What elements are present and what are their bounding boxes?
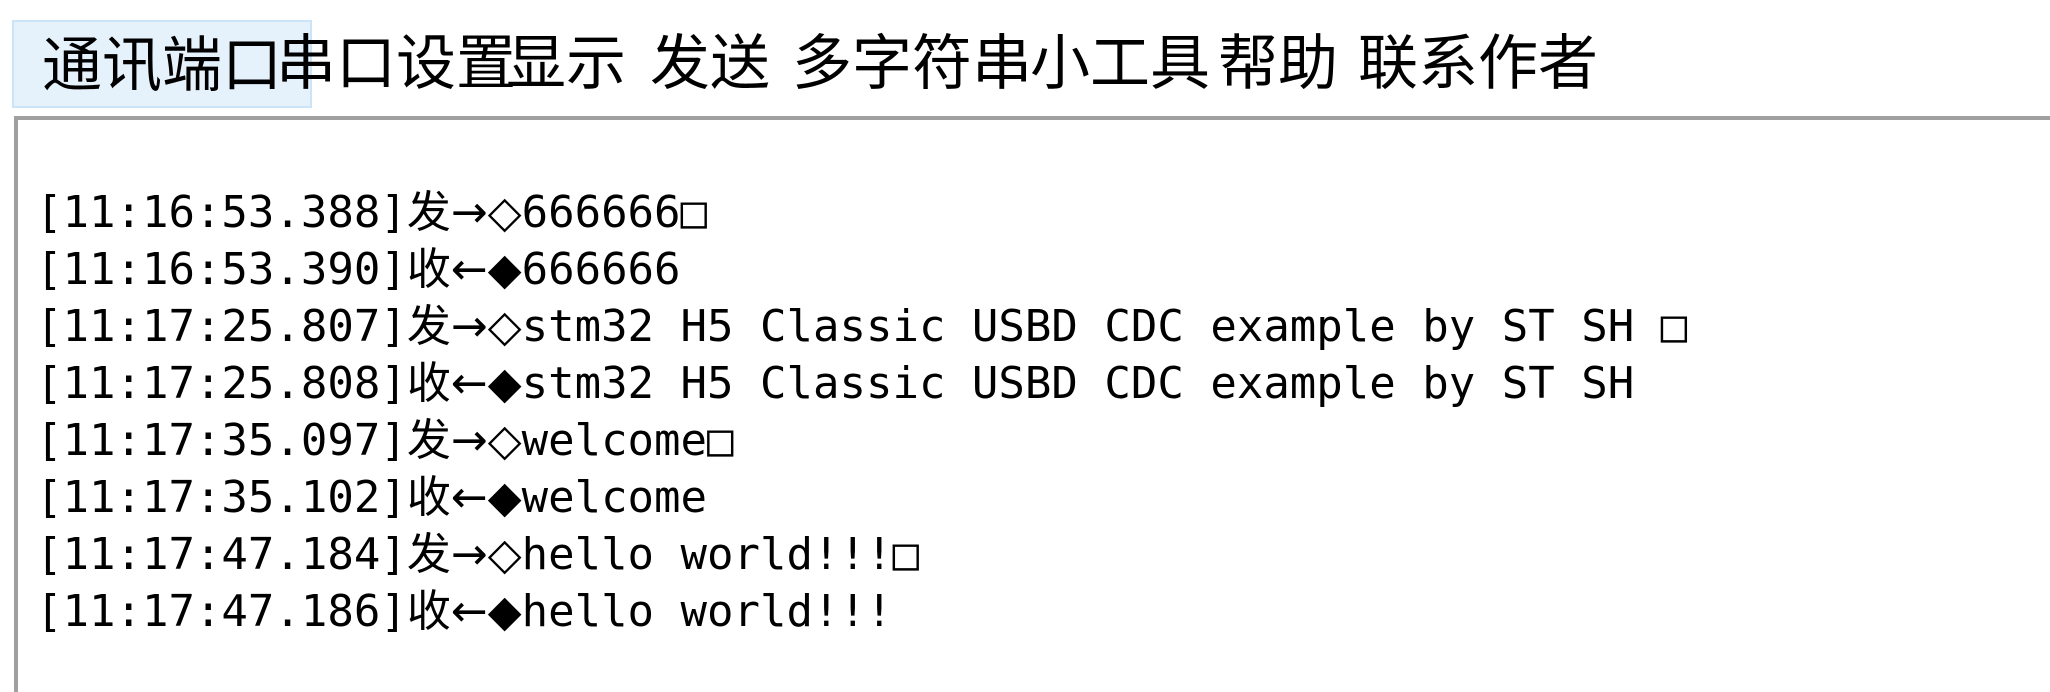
log-timestamp: [11:17:47.186] xyxy=(36,586,407,637)
menu-bar: 通讯端口 串口设置 显示 发送 多字符串 小工具 帮助 联系作者 xyxy=(0,0,2050,118)
menu-contact-author[interactable]: 联系作者 xyxy=(1330,20,1626,108)
log-timestamp: [11:16:53.390] xyxy=(36,244,407,295)
log-payload: welcome□ xyxy=(521,415,734,466)
log-line: [11:16:53.388]发→◇666666□ xyxy=(36,184,1687,241)
log-payload: hello world!!! xyxy=(521,586,893,637)
send-direction-icon: 发→◇ xyxy=(406,415,522,466)
log-list: [11:16:53.388]发→◇666666□ [11:16:53.390]收… xyxy=(36,184,1687,640)
receive-direction-icon: 收←◆ xyxy=(406,472,522,523)
receive-log-panel[interactable]: [11:16:53.388]发→◇666666□ [11:16:53.390]收… xyxy=(14,116,2050,692)
log-timestamp: [11:17:25.808] xyxy=(36,358,407,409)
log-timestamp: [11:17:35.102] xyxy=(36,472,407,523)
send-direction-icon: 发→◇ xyxy=(406,187,522,238)
receive-direction-icon: 收←◆ xyxy=(406,358,522,409)
log-timestamp: [11:17:35.097] xyxy=(36,415,407,466)
log-payload: stm32 H5 Classic USBD CDC example by ST … xyxy=(521,301,1688,352)
log-line: [11:17:47.186]收←◆hello world!!! xyxy=(36,583,1687,640)
log-payload: 666666 xyxy=(521,244,681,295)
log-line: [11:17:25.807]发→◇stm32 H5 Classic USBD C… xyxy=(36,298,1687,355)
send-direction-icon: 发→◇ xyxy=(406,301,522,352)
log-line: [11:16:53.390]收←◆666666 xyxy=(36,241,1687,298)
log-line: [11:17:25.808]收←◆stm32 H5 Classic USBD C… xyxy=(36,355,1687,412)
log-payload: hello world!!!□ xyxy=(521,529,919,580)
log-payload: welcome xyxy=(521,472,708,523)
log-payload: stm32 H5 Classic USBD CDC example by ST … xyxy=(521,358,1635,409)
receive-direction-icon: 收←◆ xyxy=(406,586,522,637)
log-line: [11:17:35.097]发→◇welcome□ xyxy=(36,412,1687,469)
log-payload: 666666□ xyxy=(521,187,708,238)
log-timestamp: [11:16:53.388] xyxy=(36,187,407,238)
receive-direction-icon: 收←◆ xyxy=(406,244,522,295)
log-line: [11:17:35.102]收←◆welcome xyxy=(36,469,1687,526)
log-timestamp: [11:17:25.807] xyxy=(36,301,407,352)
log-line: [11:17:47.184]发→◇hello world!!!□ xyxy=(36,526,1687,583)
send-direction-icon: 发→◇ xyxy=(406,529,522,580)
log-timestamp: [11:17:47.184] xyxy=(36,529,407,580)
